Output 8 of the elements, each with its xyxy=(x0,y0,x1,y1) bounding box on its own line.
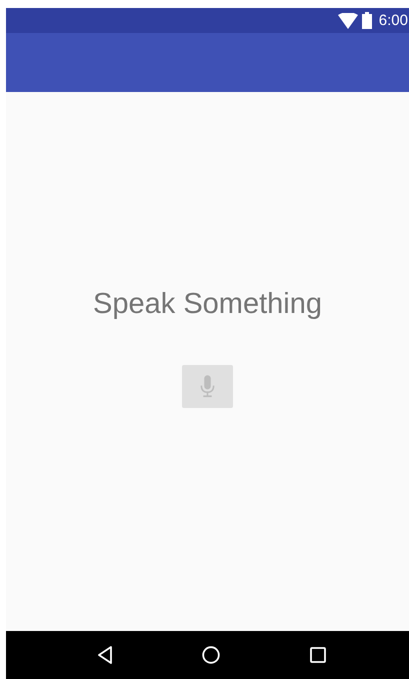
battery-icon xyxy=(362,12,372,29)
microphone-icon xyxy=(200,375,215,398)
status-time: 6:00 xyxy=(378,12,408,29)
recents-icon[interactable] xyxy=(310,647,326,663)
back-icon[interactable] xyxy=(96,646,113,664)
home-icon[interactable] xyxy=(202,646,220,664)
prompt-text: Speak Something xyxy=(93,288,322,321)
wifi-icon xyxy=(338,12,358,28)
